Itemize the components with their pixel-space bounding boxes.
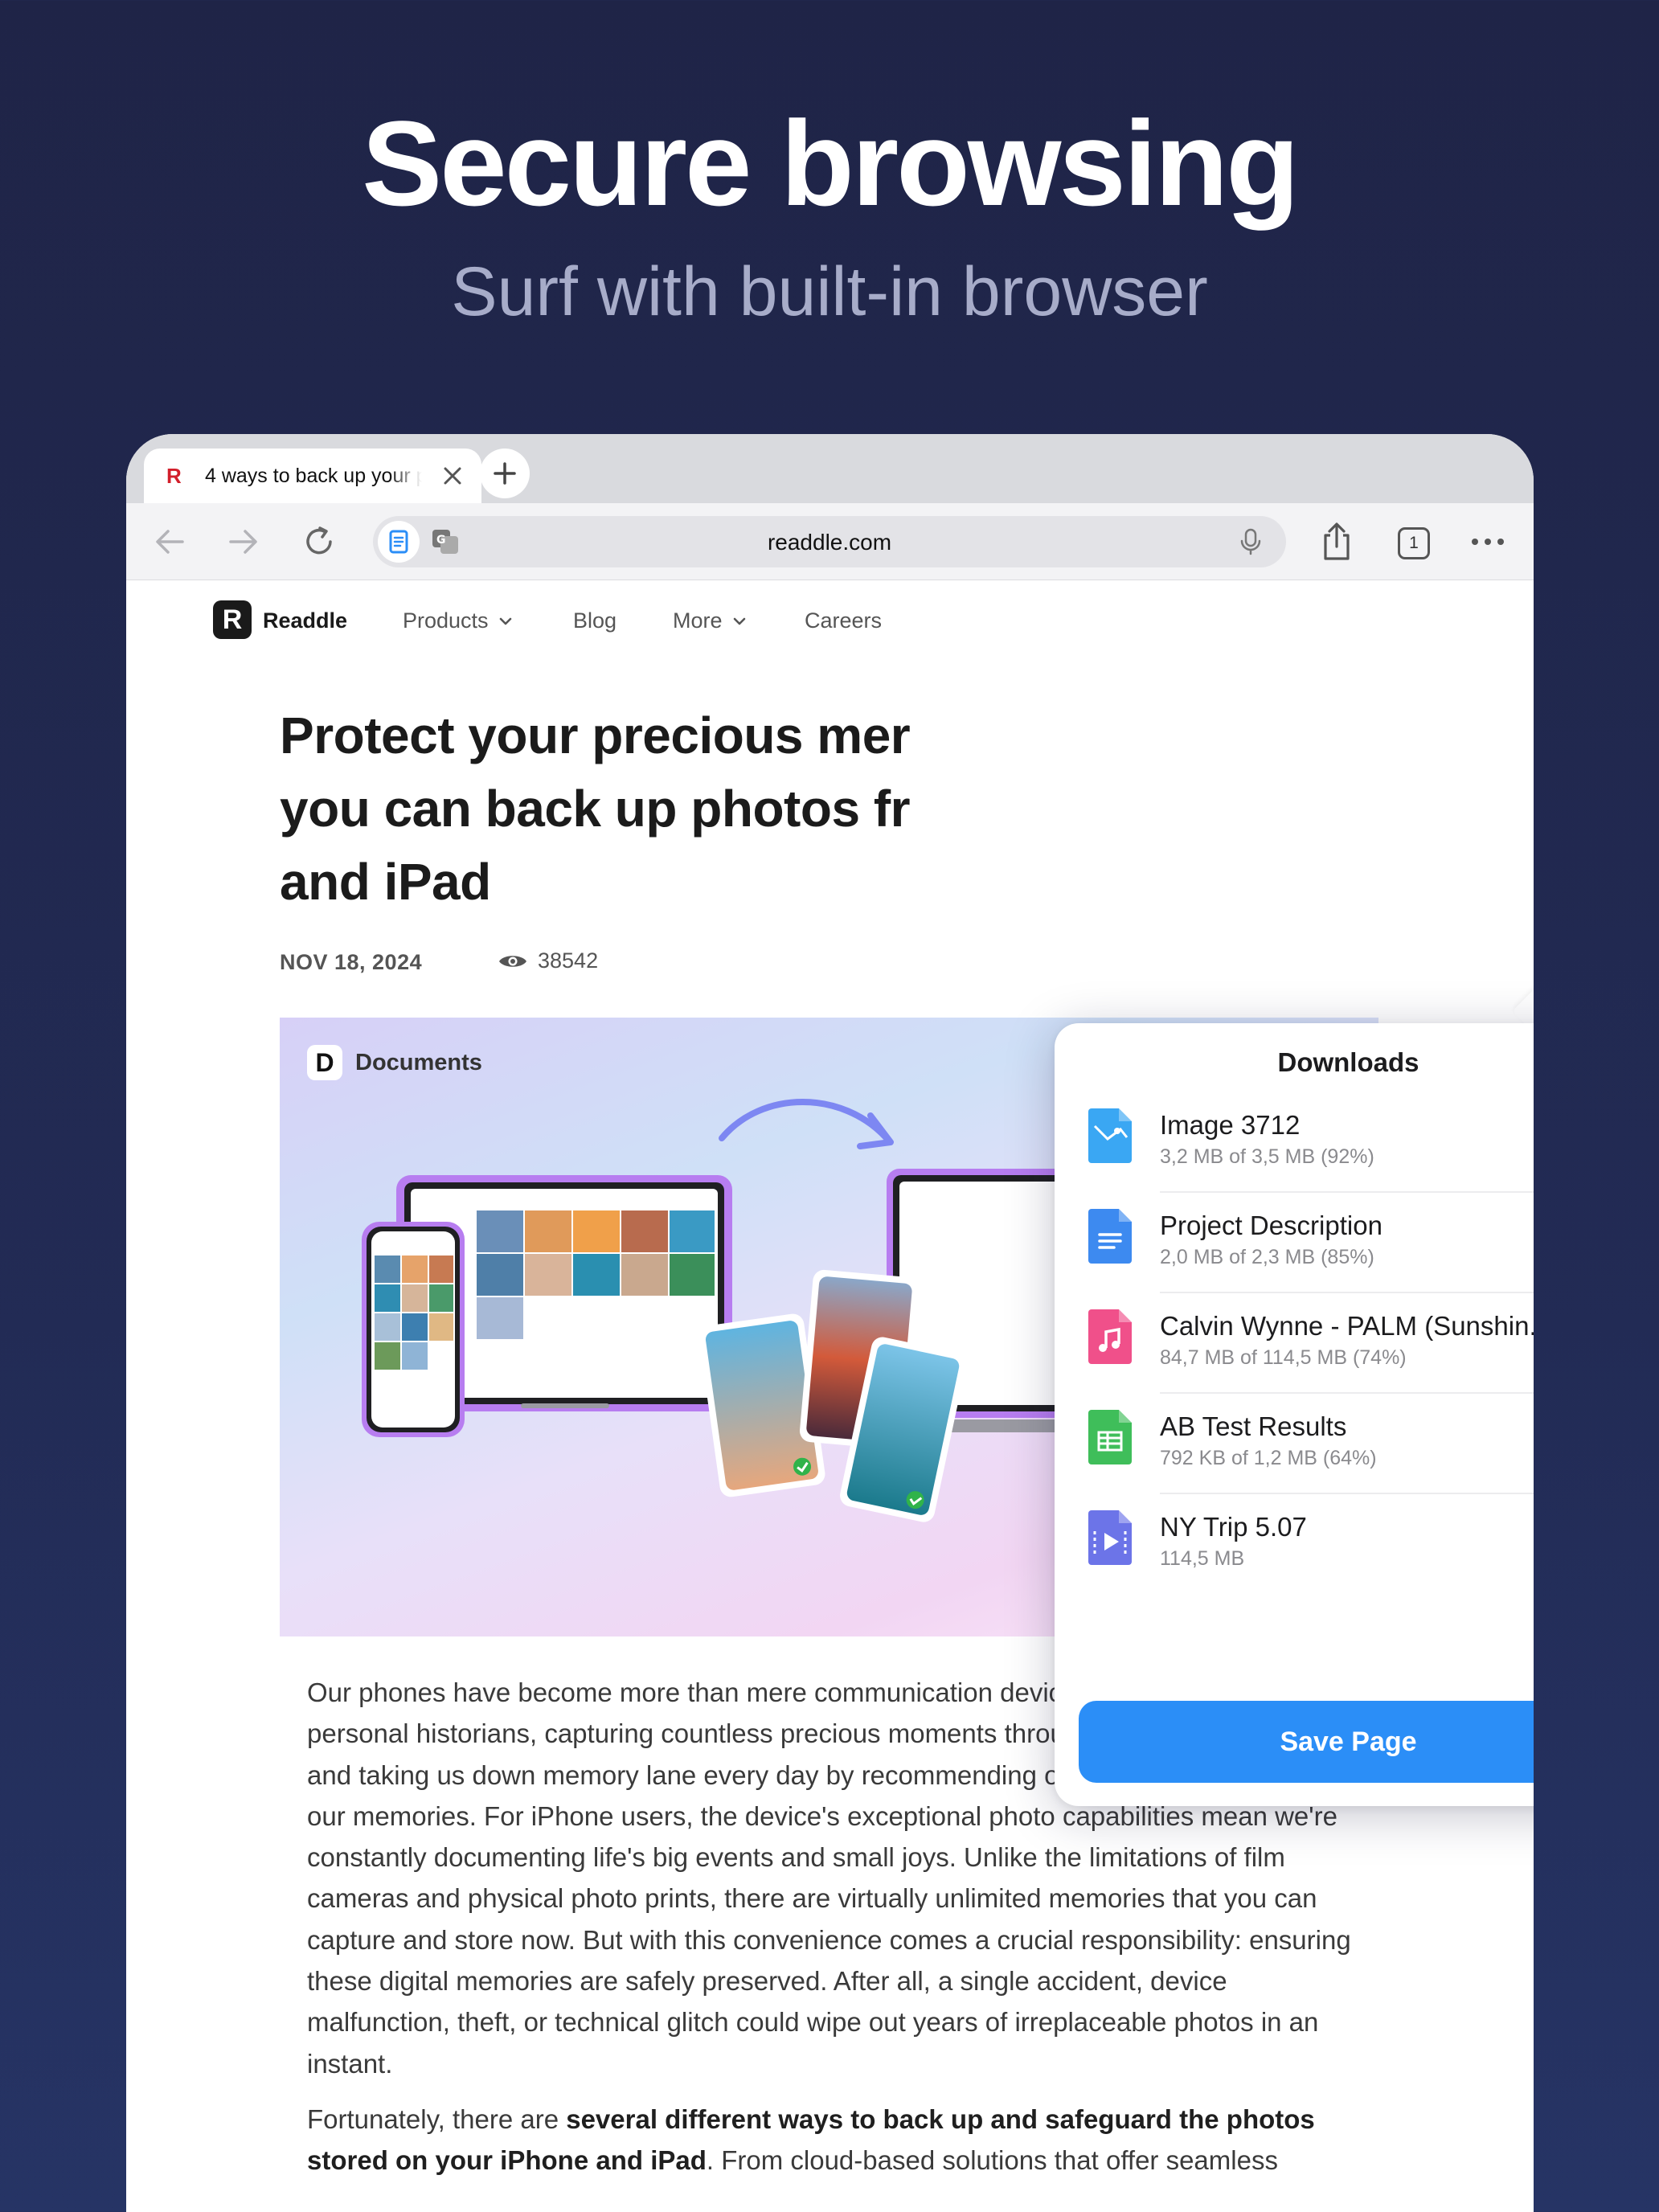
video-file-icon (1088, 1510, 1132, 1565)
promo-subheadline: Surf with built-in browser (451, 253, 1208, 330)
downloads-popover: Downloads Image 3712 3,2 MB of 3,5 MB (92… (1055, 1023, 1534, 1806)
paragraph-text: Fortunately, there are (307, 2103, 567, 2134)
article-title: Protect your precious mer you can back u… (280, 699, 1405, 919)
address-url: readdle.com (767, 530, 892, 555)
close-tab-icon[interactable] (440, 463, 465, 489)
nav-item-more[interactable]: More (673, 608, 747, 633)
site-brand[interactable]: Readdle (263, 608, 347, 633)
browser-tab[interactable]: R 4 ways to back up your photos (144, 449, 481, 503)
readdle-logo-icon[interactable]: R (213, 600, 252, 639)
download-item[interactable]: Calvin Wynne - PALM (Sunshin... 84,7 MB o… (1055, 1293, 1534, 1394)
download-name: Image 3712 (1160, 1110, 1301, 1140)
share-icon (1324, 522, 1350, 560)
download-name: AB Test Results (1160, 1411, 1347, 1441)
music-file-icon (1088, 1309, 1132, 1364)
download-name: NY Trip 5.07 (1160, 1512, 1307, 1542)
promo-headline: Secure browsing (362, 96, 1300, 231)
chevron-down-icon (499, 617, 511, 625)
tab-strip: R 4 ways to back up your photos (126, 434, 1534, 503)
browser-toolbar: G readdle.com 1 (126, 503, 1534, 580)
download-detail: 3,2 MB of 3,5 MB (92%) (1160, 1145, 1374, 1168)
article-views: 38542 (498, 948, 598, 973)
download-detail: 114,5 MB (1160, 1547, 1245, 1570)
nav-item-label: Blog (573, 608, 617, 633)
nav-item-blog[interactable]: Blog (573, 608, 616, 633)
arrow-right-icon (229, 530, 257, 554)
readdle-favicon-icon: R (166, 464, 182, 488)
save-page-button[interactable]: Save Page (1079, 1701, 1534, 1783)
download-detail: 84,7 MB of 114,5 MB (74%) (1160, 1346, 1407, 1369)
nav-item-products[interactable]: Products (403, 608, 513, 633)
nav-item-label: More (673, 608, 723, 633)
article-title-line: Protect your precious mer (280, 707, 911, 764)
download-name: Project Description (1160, 1210, 1382, 1240)
nav-item-label: Products (403, 608, 489, 633)
download-detail: 792 KB of 1,2 MB (64%) (1160, 1447, 1377, 1469)
share-button[interactable] (1317, 522, 1356, 561)
arrow-left-icon (156, 530, 184, 554)
tab-count-button[interactable]: 1 (1398, 527, 1430, 559)
site-navigation: R Readdle Products Blog More Careers (126, 581, 1534, 670)
chevron-down-icon (733, 617, 745, 625)
spreadsheet-file-icon (1088, 1410, 1132, 1464)
ellipsis-icon (1472, 539, 1504, 545)
microphone-icon[interactable] (1236, 527, 1265, 556)
document-file-icon (1088, 1209, 1132, 1264)
article-paragraph: Fortunately, there are several different… (307, 2099, 1376, 2181)
download-item[interactable]: NY Trip 5.07 114,5 MB (1055, 1494, 1534, 1595)
new-tab-button[interactable] (480, 449, 530, 498)
reload-button[interactable] (300, 522, 338, 561)
download-detail: 2,0 MB of 2,3 MB (85%) (1160, 1246, 1374, 1268)
reload-icon (306, 526, 332, 555)
article-date: NOV 18, 2024 (280, 950, 423, 974)
plus-icon (494, 462, 516, 485)
download-item[interactable]: AB Test Results 792 KB of 1,2 MB (64%) (1055, 1394, 1534, 1494)
address-bar[interactable]: G readdle.com (373, 516, 1286, 567)
download-item[interactable]: Image 3712 3,2 MB of 3,5 MB (92%) (1055, 1092, 1534, 1193)
downloads-title: Downloads (1277, 1047, 1419, 1077)
nav-item-careers[interactable]: Careers (805, 608, 882, 633)
paragraph-text: . From cloud-based solutions that offer … (706, 2145, 1278, 2176)
article-title-line: you can back up photos fr (280, 780, 911, 838)
download-name: Calvin Wynne - PALM (Sunshin... (1160, 1311, 1534, 1341)
download-item[interactable]: Project Description 2,0 MB of 2,3 MB (85%… (1055, 1193, 1534, 1293)
back-button[interactable] (150, 522, 189, 561)
tab-title: 4 ways to back up your photos (205, 464, 422, 487)
view-count: 38542 (538, 948, 599, 973)
article-title-line: and iPad (280, 853, 491, 911)
browser-window: R 4 ways to back up your photos (126, 434, 1534, 2212)
eye-icon (499, 955, 526, 967)
image-file-icon (1088, 1108, 1132, 1163)
forward-button[interactable] (224, 522, 263, 561)
nav-item-label: Careers (805, 608, 883, 633)
more-menu-button[interactable] (1469, 522, 1507, 561)
